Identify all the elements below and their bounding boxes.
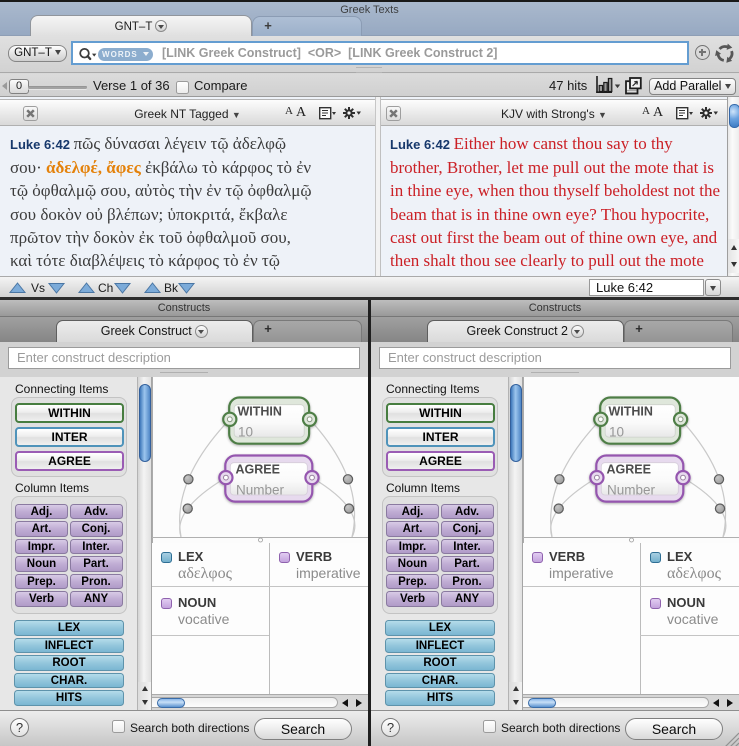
svg-text:WITHIN: WITHIN [238,405,282,419]
svg-text:Number: Number [236,483,285,498]
svg-text:10: 10 [609,425,624,440]
svg-text:AGREE: AGREE [236,463,280,477]
svg-text:10: 10 [238,425,253,440]
svg-text:WITHIN: WITHIN [609,405,653,419]
svg-text:AGREE: AGREE [607,463,651,477]
svg-text:Number: Number [607,483,656,498]
